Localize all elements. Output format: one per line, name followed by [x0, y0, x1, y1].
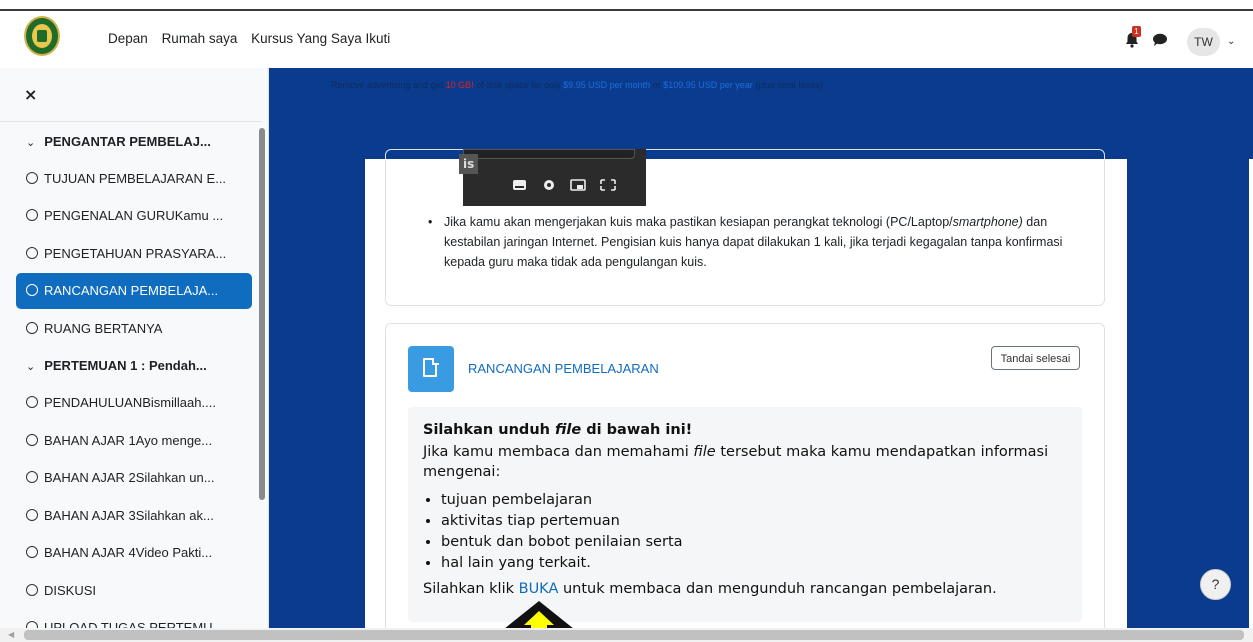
- ad-text: or: [650, 80, 664, 90]
- sidebar-item[interactable]: BAHAN AJAR 3Silahkan ak...: [16, 498, 252, 534]
- sidebar-item-label: PENGANTAR PEMBELAJ...: [44, 134, 211, 149]
- sidebar-section[interactable]: ⌄ PERTEMUAN 1 : Pendah...: [16, 348, 252, 384]
- list-item: aktivitas tiap pertemuan: [441, 511, 683, 532]
- sidebar-item[interactable]: PENGENALAN GURUKamu ...: [16, 198, 252, 234]
- sidebar-item-label: RANCANGAN PEMBELAJA...: [44, 283, 219, 298]
- sidebar-item[interactable]: PENGETAHUAN PRASYARA...: [16, 236, 252, 272]
- primary-nav: Depan Rumah saya Kursus Yang Saya Ikuti: [108, 31, 400, 46]
- scrollbar-thumb[interactable]: [24, 630, 1244, 640]
- circle-icon: [26, 471, 38, 483]
- ad-text: (plus local taxes): [752, 80, 823, 90]
- right-edge: [1249, 159, 1253, 628]
- chat-icon[interactable]: [1152, 33, 1168, 47]
- sidebar-item[interactable]: PENDAHULUANBismillaah....: [16, 385, 252, 421]
- activity-card: is • Jika kamu akan mengerjakan kuis mak…: [385, 149, 1105, 306]
- sidebar-item-label: BAHAN AJAR 3Silahkan ak...: [44, 508, 214, 523]
- avatar[interactable]: TW: [1187, 28, 1220, 56]
- close-icon[interactable]: ×: [24, 85, 37, 104]
- chevron-down-icon: ⌄: [26, 361, 36, 373]
- instruction-italic: smartphone): [952, 215, 1023, 229]
- circle-icon: [26, 247, 38, 259]
- horizontal-scrollbar[interactable]: ◀: [0, 628, 1253, 642]
- circle-icon: [26, 322, 38, 334]
- sidebar-item-label: RUANG BERTANYA: [44, 321, 163, 336]
- circle-icon: [26, 509, 38, 521]
- activity-description: Silahkan unduh file di bawah ini! Jika k…: [408, 407, 1082, 622]
- sidebar-item-label: DISKUSI: [44, 583, 97, 598]
- nav-link-dashboard[interactable]: Rumah saya: [162, 31, 238, 46]
- sidebar-item-label: PENDAHULUANBismillaah....: [44, 395, 216, 410]
- video-player[interactable]: is: [459, 149, 646, 206]
- sidebar-item-active[interactable]: RANCANGAN PEMBELAJA...: [16, 273, 252, 309]
- circle-icon: [26, 396, 38, 408]
- circle-icon: [26, 172, 38, 184]
- sidebar-item[interactable]: TUJUAN PEMBELAJARAN E...: [16, 161, 252, 197]
- description-intro: Jika kamu membaca dan memahami file ters…: [423, 444, 1049, 480]
- divider: [0, 121, 262, 122]
- sidebar-scrollbar[interactable]: [259, 128, 265, 500]
- list-item: hal lain yang terkait.: [441, 553, 683, 574]
- description-heading: Silahkan unduh file di bawah ini!: [423, 422, 693, 438]
- sidebar-item[interactable]: DISKUSI: [16, 573, 252, 609]
- window-top-border: [0, 0, 1253, 11]
- activity-card-rancangan: RANCANGAN PEMBELAJARAN Tandai selesai Si…: [385, 323, 1105, 628]
- nav-link-my-courses[interactable]: Kursus Yang Saya Ikuti: [251, 31, 390, 46]
- notification-badge: 1: [1132, 26, 1141, 37]
- course-content: is • Jika kamu akan mengerjakan kuis mak…: [365, 149, 1127, 628]
- activity-title-link[interactable]: RANCANGAN PEMBELAJARAN: [468, 361, 659, 376]
- course-index-drawer: × ⌄ PENGANTAR PEMBELAJ... TUJUAN PEMBELAJ…: [0, 68, 269, 642]
- school-logo[interactable]: [24, 16, 60, 56]
- circle-icon: [26, 584, 38, 596]
- video-controls-icon[interactable]: [511, 177, 631, 193]
- sidebar-item-label: BAHAN AJAR 2Silahkan un...: [44, 470, 215, 485]
- sidebar-item-label: PENGENALAN GURUKamu ...: [44, 208, 224, 223]
- nav-link-home[interactable]: Depan: [108, 31, 148, 46]
- sidebar-item-label: PENGETAHUAN PRASYARA...: [44, 246, 227, 261]
- circle-icon: [26, 284, 38, 296]
- mark-done-button[interactable]: Tandai selesai: [991, 346, 1080, 370]
- chevron-down-icon[interactable]: ⌄: [1227, 36, 1235, 47]
- sidebar-item[interactable]: RUANG BERTANYA: [16, 311, 252, 347]
- sidebar-item-label: PERTEMUAN 1 : Pendah...: [44, 358, 207, 373]
- ad-price-month-link[interactable]: $9.95 USD per month: [563, 80, 650, 90]
- list-item: bentuk dan bobot penilaian serta: [441, 532, 683, 553]
- sidebar-item-label: BAHAN AJAR 1Ayo menge...: [44, 433, 213, 448]
- help-button[interactable]: ?: [1200, 569, 1231, 600]
- ad-text: of disk space for only: [473, 80, 564, 90]
- file-icon[interactable]: [408, 346, 454, 392]
- circle-icon: [26, 434, 38, 446]
- sidebar-item-label: TUJUAN PEMBELAJARAN E...: [44, 171, 227, 186]
- sidebar-item[interactable]: BAHAN AJAR 4Video Pakti...: [16, 535, 252, 571]
- sidebar-item[interactable]: BAHAN AJAR 1Ayo menge...: [16, 423, 252, 459]
- description-cta: Silahkan klik BUKA untuk membaca dan men…: [423, 581, 997, 597]
- sidebar-item-label: BAHAN AJAR 4Video Pakti...: [44, 545, 213, 560]
- ad-text: Remove advertising and get: [331, 80, 446, 90]
- video-title-fragment: is: [459, 154, 479, 174]
- ad-price-year-link[interactable]: $109.95 USD per year: [663, 80, 753, 90]
- top-navbar: Depan Rumah saya Kursus Yang Saya Ikuti …: [0, 11, 1253, 69]
- sidebar-item[interactable]: BAHAN AJAR 2Silahkan un...: [16, 460, 252, 496]
- sidebar-section[interactable]: ⌄ PENGANTAR PEMBELAJ...: [16, 124, 252, 160]
- main-region: Remove advertising and get 10 GB! of dis…: [269, 68, 1253, 628]
- open-file-link[interactable]: BUKA: [519, 581, 559, 597]
- ad-highlight: 10 GB!: [445, 80, 474, 90]
- ad-banner[interactable]: Remove advertising and get 10 GB! of dis…: [331, 80, 823, 90]
- scroll-left-icon[interactable]: ◀: [8, 630, 14, 639]
- list-item: tujuan pembelajaran: [441, 490, 683, 511]
- circle-icon: [26, 209, 38, 221]
- chevron-down-icon: ⌄: [26, 137, 36, 149]
- circle-icon: [26, 546, 38, 558]
- instruction-text: Jika kamu akan mengerjakan kuis maka pas…: [444, 215, 953, 229]
- description-list: tujuan pembelajaran aktivitas tiap perte…: [423, 490, 683, 574]
